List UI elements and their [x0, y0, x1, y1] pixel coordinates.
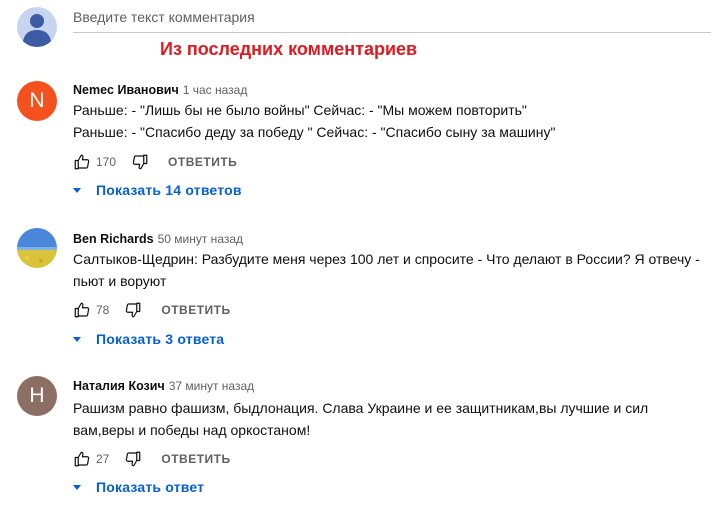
comment-text: Салтыков-Щедрин: Разбудите меня через 10… — [73, 248, 705, 292]
comment-avatar[interactable]: N — [17, 81, 57, 121]
show-replies-label: Показать 14 ответов — [96, 182, 242, 198]
user-silhouette-icon — [23, 14, 51, 47]
thumbs-up-icon[interactable] — [72, 449, 92, 469]
reply-button[interactable]: ОТВЕТИТЬ — [161, 303, 230, 317]
thumbs-up-icon[interactable] — [72, 152, 92, 172]
like-count: 27 — [96, 452, 110, 466]
comment-time[interactable]: 37 минут назад — [169, 379, 254, 393]
thumbs-down-icon[interactable] — [123, 449, 143, 469]
comment-text: Раньше: - "Лишь бы не было войны" Сейчас… — [73, 99, 705, 143]
comment-text-line: пьют и воруют — [73, 273, 167, 289]
comment-header: Ben Richards 50 минут назад — [73, 230, 243, 248]
comment-avatar[interactable]: Н — [17, 376, 57, 416]
thumbs-down-icon[interactable] — [130, 152, 150, 172]
comment-author[interactable]: Наталия Козич — [73, 379, 165, 393]
comment-author[interactable]: Nemec Иванович — [73, 83, 179, 97]
comment-text-line: Раньше: - "Спасибо деду за победу " Сейч… — [73, 124, 556, 140]
show-replies-label: Показать 3 ответа — [96, 331, 225, 347]
comment-author[interactable]: Ben Richards — [73, 232, 154, 246]
comment-text: Рашизм равно фашизм, быдлонация. Слава У… — [73, 397, 705, 441]
reply-button[interactable]: ОТВЕТИТЬ — [168, 155, 237, 169]
comment-avatar[interactable] — [17, 228, 57, 268]
like-count: 78 — [96, 303, 110, 317]
reply-button[interactable]: ОТВЕТИТЬ — [161, 452, 230, 466]
section-headline: Из последних комментариев — [160, 39, 418, 59]
comment-actions: 170 ОТВЕТИТЬ — [72, 152, 237, 172]
show-replies-button[interactable]: Показать 3 ответа — [71, 329, 224, 349]
comment-text-line: вам,веры и победы над оркостаном! — [73, 422, 311, 438]
thumbs-up-icon[interactable] — [72, 300, 92, 320]
comment-text-line: Салтыков-Щедрин: Разбудите меня через 10… — [73, 251, 700, 267]
comment-input[interactable]: Введите текст комментария — [73, 9, 255, 25]
thumbs-down-icon[interactable] — [123, 300, 143, 320]
comment-header: Наталия Козич 37 минут назад — [73, 377, 254, 395]
caret-down-icon — [73, 336, 81, 342]
comment-actions: 27 ОТВЕТИТЬ — [72, 449, 231, 469]
comment-input-underline — [73, 32, 711, 33]
show-replies-label: Показать ответ — [96, 479, 205, 495]
show-replies-button[interactable]: Показать ответ — [71, 477, 204, 497]
comment-actions: 78 ОТВЕТИТЬ — [72, 300, 231, 320]
caret-down-icon — [73, 187, 81, 193]
comment-time[interactable]: 50 минут назад — [158, 232, 243, 246]
caret-down-icon — [73, 484, 81, 490]
comment-header: Nemec Иванович 1 час назад — [73, 81, 247, 99]
current-user-avatar — [17, 7, 57, 47]
landscape-photo-icon — [17, 228, 57, 268]
show-replies-button[interactable]: Показать 14 ответов — [71, 180, 242, 200]
comment-text-line: Раньше: - "Лишь бы не было войны" Сейчас… — [73, 102, 527, 118]
like-count: 170 — [96, 155, 117, 169]
comment-text-line: Рашизм равно фашизм, быдлонация. Слава У… — [73, 400, 649, 416]
comment-time[interactable]: 1 час назад — [183, 83, 248, 97]
